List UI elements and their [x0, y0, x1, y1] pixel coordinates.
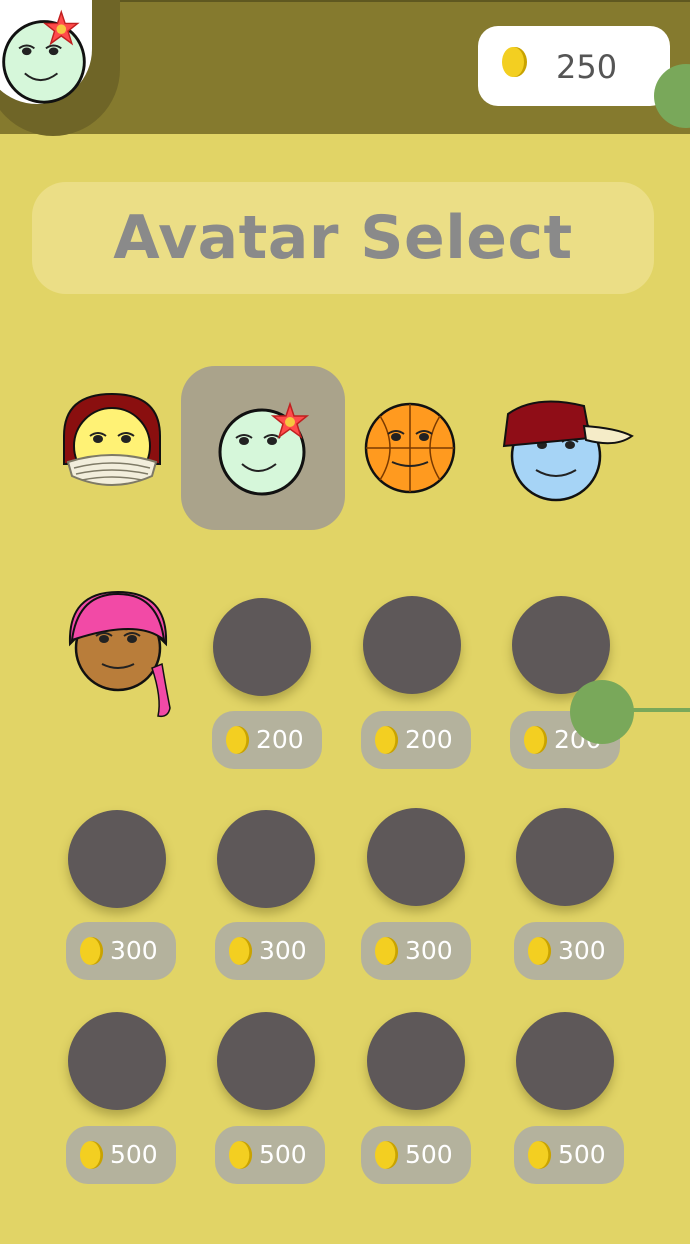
price-label: 300 — [558, 936, 606, 965]
locked-avatar[interactable] — [367, 1012, 465, 1110]
price-tag[interactable]: 300 — [66, 922, 176, 980]
page-title: Avatar Select — [113, 203, 573, 273]
locked-avatar[interactable] — [512, 596, 610, 694]
coin-icon — [528, 1141, 552, 1169]
locked-avatar[interactable] — [367, 808, 465, 906]
top-bar: 250 — [0, 0, 690, 136]
locked-avatar[interactable] — [516, 1012, 614, 1110]
coin-count: 250 — [556, 48, 618, 86]
price-label: 500 — [110, 1140, 158, 1169]
coin-icon — [502, 47, 527, 77]
coin-icon — [375, 726, 399, 754]
price-label: 300 — [405, 936, 453, 965]
basketball-face-icon[interactable] — [362, 400, 458, 496]
price-label: 200 — [405, 725, 453, 754]
coin-icon — [528, 937, 552, 965]
coin-icon — [229, 937, 253, 965]
price-tag[interactable]: 500 — [514, 1126, 624, 1184]
price-label: 300 — [259, 936, 307, 965]
coin-icon — [226, 726, 250, 754]
locked-avatar[interactable] — [363, 596, 461, 694]
price-tag[interactable]: 200 — [212, 711, 322, 769]
bandana-face-icon[interactable] — [60, 392, 164, 496]
locked-avatar[interactable] — [217, 810, 315, 908]
locked-avatar[interactable] — [68, 1012, 166, 1110]
locked-avatar[interactable] — [68, 810, 166, 908]
locked-avatar[interactable] — [217, 1012, 315, 1110]
coin-icon — [80, 937, 104, 965]
profile-avatar-icon[interactable] — [0, 8, 92, 108]
coin-icon — [375, 937, 399, 965]
price-tag[interactable]: 500 — [215, 1126, 325, 1184]
pink-headscarf-face-icon[interactable] — [66, 588, 178, 722]
price-tag[interactable]: 300 — [361, 922, 471, 980]
coin-icon — [375, 1141, 399, 1169]
coin-icon — [524, 726, 548, 754]
cap-face-icon[interactable] — [496, 394, 636, 504]
touch-indicator-dot — [570, 680, 634, 744]
price-tag[interactable]: 500 — [66, 1126, 176, 1184]
drag-indicator-line — [630, 708, 690, 712]
coin-icon — [80, 1141, 104, 1169]
price-tag[interactable]: 300 — [215, 922, 325, 980]
price-label: 500 — [558, 1140, 606, 1169]
price-label: 500 — [259, 1140, 307, 1169]
locked-avatar[interactable] — [213, 598, 311, 696]
price-label: 200 — [256, 725, 304, 754]
coin-icon — [229, 1141, 253, 1169]
price-label: 300 — [110, 936, 158, 965]
title-banner: Avatar Select — [32, 182, 654, 294]
locked-avatar[interactable] — [516, 808, 614, 906]
price-tag[interactable]: 300 — [514, 922, 624, 980]
price-tag[interactable]: 500 — [361, 1126, 471, 1184]
price-label: 500 — [405, 1140, 453, 1169]
flower-face-icon[interactable] — [210, 396, 314, 500]
coin-balance: 250 — [478, 26, 670, 106]
price-tag[interactable]: 200 — [361, 711, 471, 769]
